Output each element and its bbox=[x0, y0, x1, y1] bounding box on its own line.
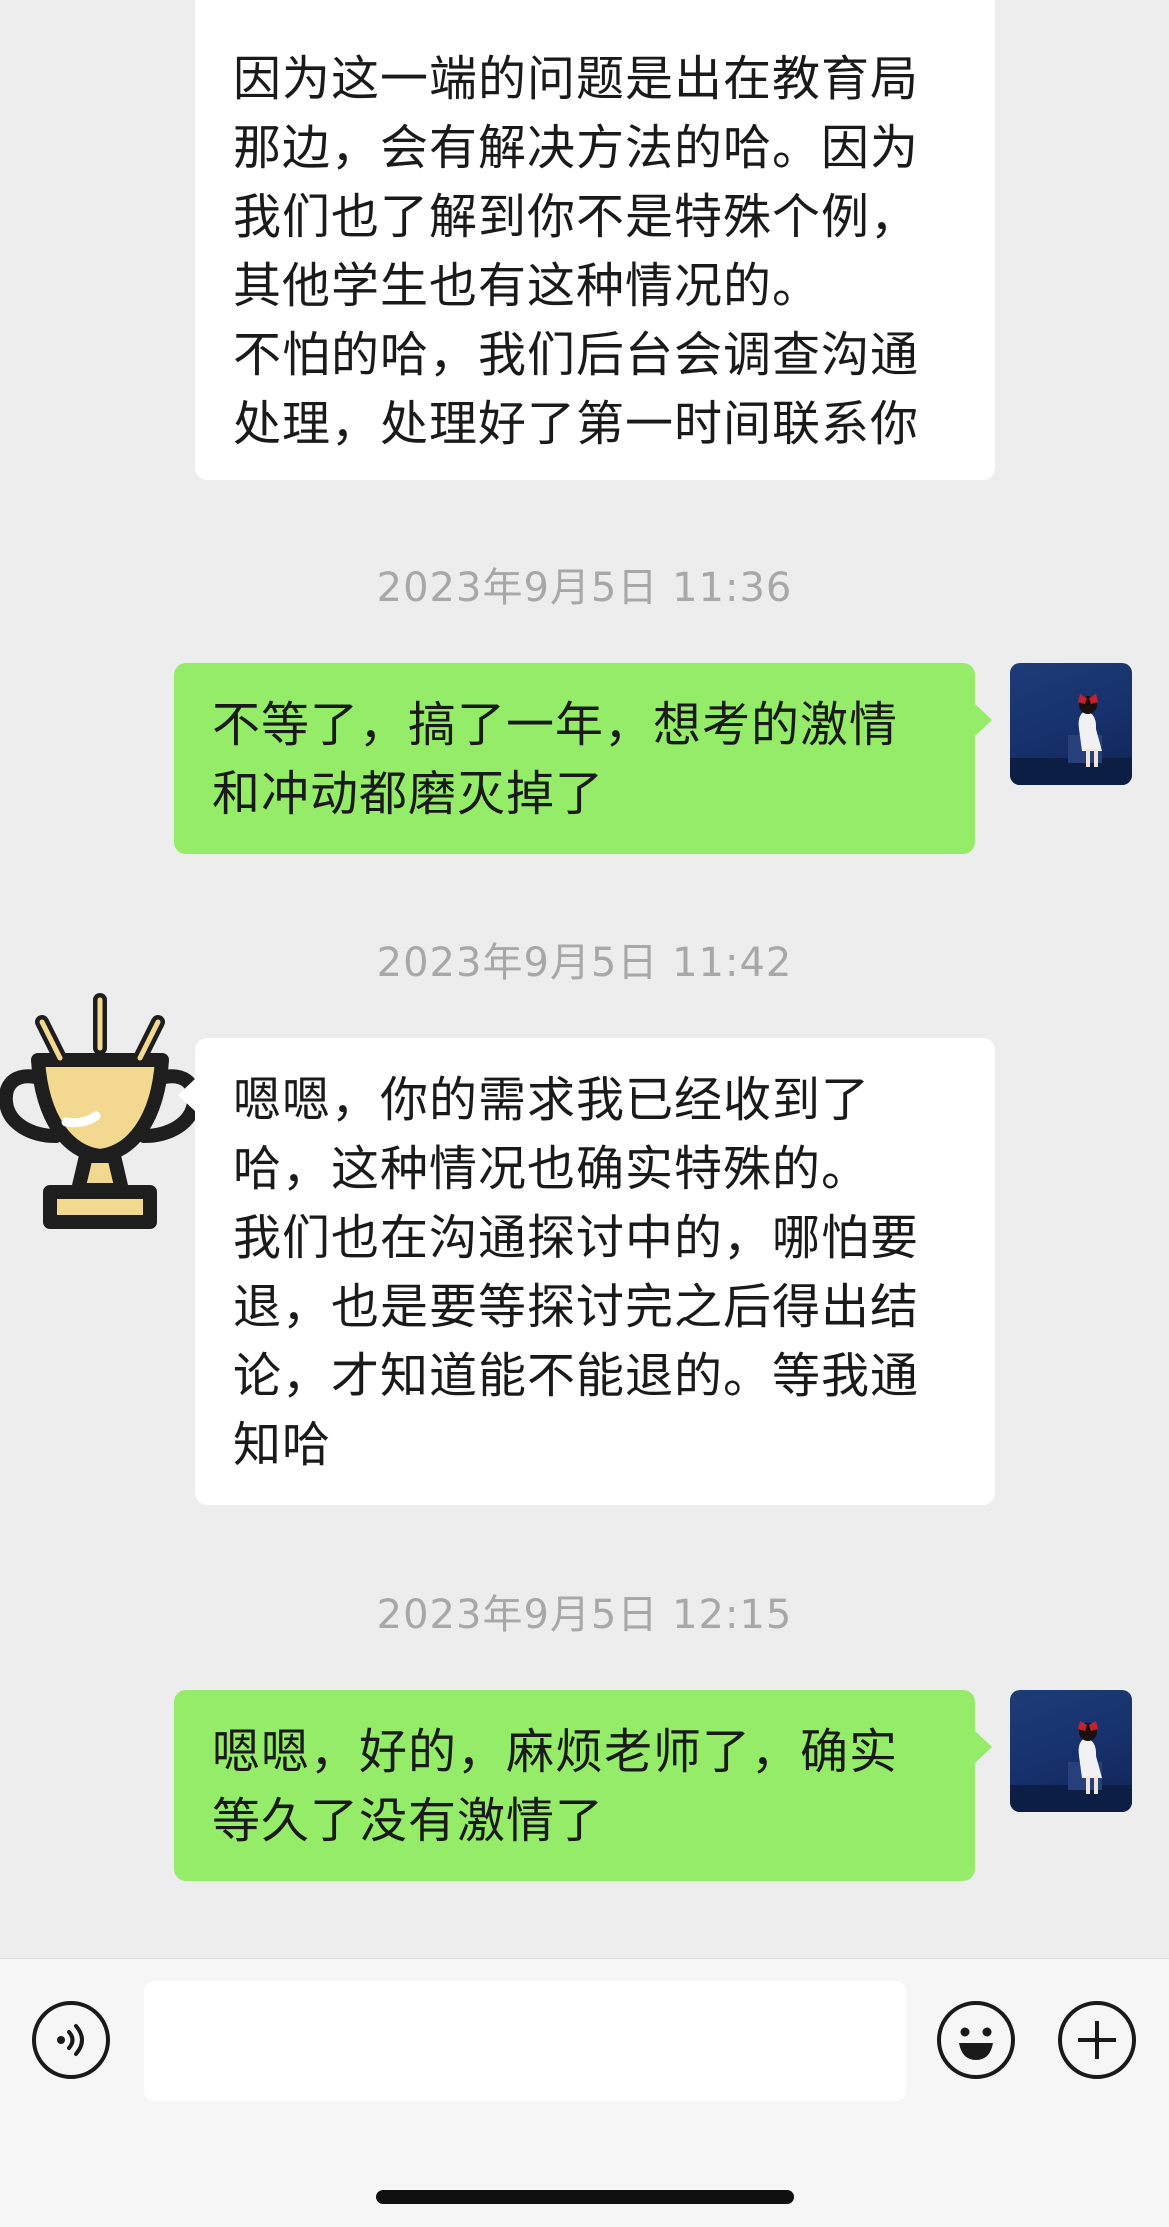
message-text: 因为这一端的问题是出在教育局 那边，会有解决方法的哈。因为 我们也了解到你不是特… bbox=[233, 51, 920, 452]
girl-on-blue-background-icon bbox=[1010, 694, 1132, 785]
plus-icon[interactable] bbox=[1058, 2001, 1136, 2079]
message-bubble-agent[interactable]: 嗯嗯，你的需求我已经收到了 哈，这种情况也确实特殊的。 我们也在沟通探讨中的，哪… bbox=[178, 1038, 995, 1505]
user-avatar[interactable] bbox=[1010, 1690, 1132, 1812]
timestamp: 2023年9月5日 12:15 bbox=[376, 1592, 793, 1638]
message-input[interactable] bbox=[144, 1981, 906, 2101]
voice-icon[interactable] bbox=[32, 2001, 110, 2079]
emoji-icon[interactable] bbox=[937, 2001, 1015, 2079]
agent-avatar[interactable] bbox=[0, 990, 205, 1240]
message-text: 嗯嗯，你的需求我已经收到了 哈，这种情况也确实特殊的。 我们也在沟通探讨中的，哪… bbox=[233, 1072, 920, 1473]
message-bubble-user[interactable]: 嗯嗯，好的，麻烦老师了，确实 等久了没有激情了 bbox=[174, 1690, 992, 1881]
message-bubble-user[interactable]: 不等了，搞了一年，想考的激情 和冲动都磨灭掉了 bbox=[174, 663, 992, 854]
trophy-icon bbox=[0, 993, 202, 1229]
home-indicator[interactable] bbox=[376, 2190, 794, 2204]
girl-on-blue-background-icon bbox=[1010, 1721, 1132, 1812]
user-avatar[interactable] bbox=[1010, 663, 1132, 785]
message-bubble-agent[interactable]: 因为这一端的问题是出在教育局 那边，会有解决方法的哈。因为 我们也了解到你不是特… bbox=[195, 0, 995, 480]
message-text: 不等了，搞了一年，想考的激情 和冲动都磨灭掉了 bbox=[212, 697, 899, 822]
timestamp: 2023年9月5日 11:42 bbox=[376, 940, 793, 986]
timestamp: 2023年9月5日 11:36 bbox=[376, 565, 793, 611]
chat-input-bar bbox=[0, 1958, 1169, 2227]
message-text: 嗯嗯，好的，麻烦老师了，确实 等久了没有激情了 bbox=[212, 1724, 899, 1849]
